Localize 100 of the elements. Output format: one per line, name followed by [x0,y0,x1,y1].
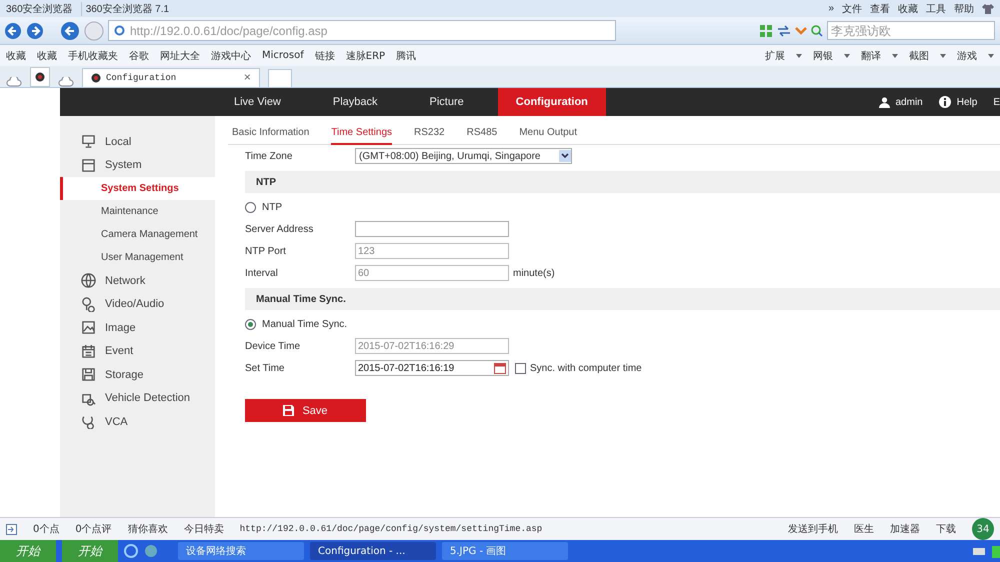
tray-icon[interactable] [972,545,986,557]
menu-item[interactable]: 帮助 [954,2,974,16]
status-item[interactable]: 猜你喜欢 [128,522,168,536]
start-button[interactable]: 开始 [62,540,118,562]
sidebar-subitem[interactable]: Camera Management [60,223,215,246]
caret-icon[interactable] [940,54,946,58]
bookmark-link[interactable]: 腾讯 [396,48,416,62]
close-button[interactable]: × [244,71,251,85]
field-label: Time Zone [245,150,294,162]
bookmark-link[interactable]: 谷歌 [129,48,149,62]
chevron-icon[interactable] [795,26,807,36]
sidebar-item[interactable]: Video/Audio [60,292,215,316]
sidebar-item[interactable]: Event [60,340,215,363]
checkbox[interactable] [515,362,526,374]
taskbar-button[interactable]: 5.JPG - 画图 [442,542,568,560]
timezone-dropdown[interactable]: (GMT+08:00) Beijing, Urumqi, Singapore [355,148,572,164]
arrows-icon[interactable] [777,24,791,36]
status-item[interactable]: 医生 [854,522,874,536]
sidebar-item[interactable]: Vehicle Detection [60,386,215,410]
field-label: Set Time [245,362,286,374]
taskbar-button[interactable]: 设备网络搜索 [178,542,304,560]
nav-tab[interactable]: Configuration [498,88,606,116]
start-button[interactable]: 开始 [0,540,56,562]
radio-button[interactable] [245,318,256,330]
status-url: http://192.0.0.61/doc/page/config/system/settingTime.asp [240,524,542,534]
back-icon[interactable] [4,22,22,40]
sidebar-item[interactable]: Local [60,130,215,154]
help-link[interactable]: Help [956,96,978,108]
exit-icon[interactable] [6,524,17,534]
back-icon[interactable] [60,20,80,40]
date-time-field[interactable]: 2015-07-02T16:16:19 [355,360,509,376]
page-icon [114,25,125,36]
sidebar-subitem[interactable]: System Settings [60,177,215,200]
bookmark-link[interactable]: 手机收藏夹 [68,48,118,62]
window-title: 360安全浏览器 [6,2,73,16]
section-header: NTP [245,171,1000,193]
camera-icon [91,73,101,83]
bookmark-link[interactable]: 收藏 [37,48,57,62]
sidebar-item[interactable]: VCA [60,410,215,434]
toolbar-item[interactable]: 网银 [813,48,833,62]
status-item[interactable]: 0个点 [33,522,60,536]
search-field[interactable]: 李克强访欧 [827,21,995,40]
sidebar-subitem[interactable]: Maintenance [60,200,215,223]
sidebar-item[interactable]: Image [60,316,215,340]
user-name[interactable]: admin [896,96,923,108]
save-button[interactable]: Save [245,399,366,422]
nav-tab[interactable]: Live View [216,88,299,116]
sidebar-item[interactable]: Network [60,269,215,292]
toolbar-item[interactable]: 扩展 [765,48,785,62]
sidebar-item[interactable]: Storage [60,363,215,386]
shirt-icon[interactable] [982,3,994,14]
browser-tab[interactable]: Configuration × [82,68,260,87]
radio-button[interactable] [245,202,256,212]
toolbar-item[interactable]: 游戏 [957,48,977,62]
settings-tab[interactable]: Basic Information [232,122,310,143]
bookmark-link[interactable]: 链接 [314,48,335,62]
settings-tab[interactable]: RS232 [414,122,445,143]
calendar-icon[interactable] [494,362,506,374]
toolbar-item[interactable]: 截图 [909,48,929,62]
menu-icon [81,158,96,173]
status-item[interactable]: 今日特卖 [184,522,224,536]
taskbar-button[interactable]: Configuration - ... [310,542,436,560]
caret-icon[interactable] [796,54,802,58]
caret-icon[interactable] [844,54,850,58]
status-item[interactable]: 0个点评 [75,522,112,536]
status-item[interactable]: 加速器 [890,522,920,536]
battery-icon[interactable] [992,544,1000,558]
bookmark-link[interactable]: 收藏 [6,48,26,62]
cloud-icon[interactable] [58,77,74,87]
menu-item[interactable]: 收藏 [898,2,918,16]
text-field[interactable] [355,221,509,237]
status-item[interactable]: 下载 [936,522,956,536]
toolbar-item[interactable]: 翻译 [861,48,881,62]
menu-icon [81,320,96,336]
sidebar-item[interactable]: System [60,154,215,177]
nav-tab[interactable]: Picture [412,88,482,116]
menu-item[interactable]: 查看 [870,2,890,16]
unit-label: minute(s) [513,268,555,278]
settings-tab[interactable]: Menu Output [519,122,577,143]
sidebar-subitem[interactable]: User Management [60,246,215,269]
menu-item[interactable]: 文件 [842,2,862,16]
menu-item[interactable]: » [828,3,834,14]
status-item[interactable]: 发送到手机 [788,522,838,536]
settings-tab[interactable]: RS485 [466,122,498,143]
grid-icon[interactable] [760,24,773,36]
caret-icon[interactable] [988,54,994,58]
radio-label: Manual Time Sync. [262,318,348,330]
info-icon [938,96,951,108]
bookmark-link[interactable]: 网址大全 [160,48,200,62]
field-label: Device Time [245,340,302,352]
bookmark-link[interactable]: Microsof [262,50,304,61]
nav-item[interactable]: E [993,96,1000,108]
settings-tab[interactable]: Time Settings [331,122,392,145]
menu-item[interactable]: 工具 [926,2,946,16]
caret-icon[interactable] [892,54,898,58]
menu-icon [81,344,96,359]
nav-tab[interactable]: Playback [314,88,396,116]
bookmark-link[interactable]: 速脉ERP [346,48,386,62]
cloud-icon[interactable] [6,77,22,87]
bookmark-link[interactable]: 游戏中心 [211,48,251,62]
